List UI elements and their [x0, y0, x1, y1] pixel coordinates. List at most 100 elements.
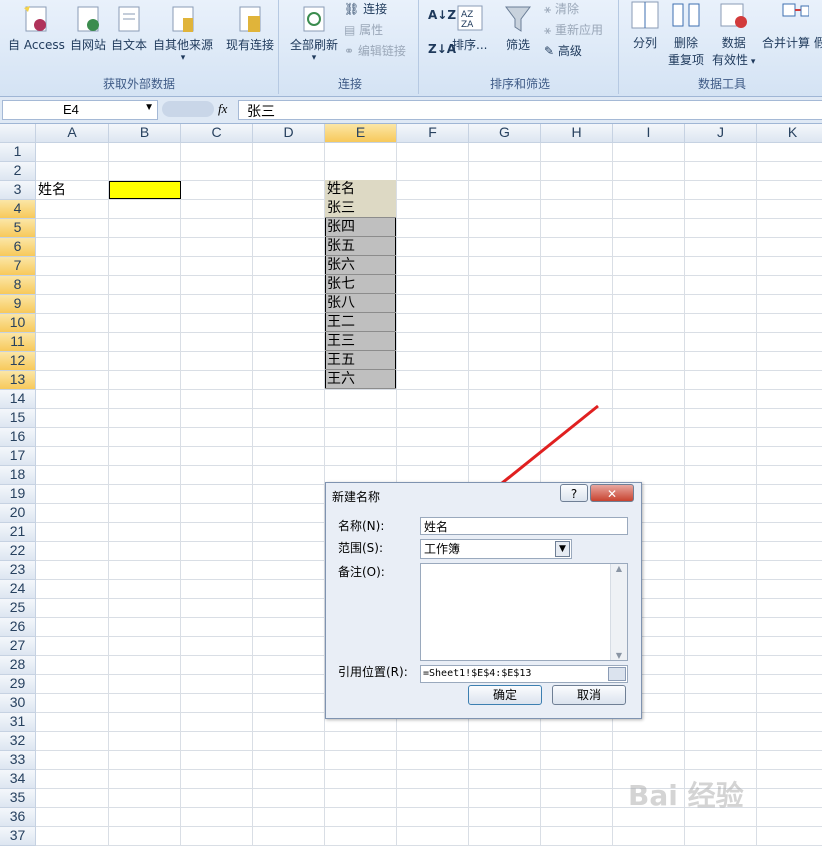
name-cell[interactable]: 张三 — [325, 199, 396, 218]
column-header-f[interactable]: F — [397, 124, 469, 143]
row-header-10[interactable]: 10 — [0, 314, 36, 333]
from-access-button[interactable]: 自 Access — [8, 4, 65, 53]
refresh-all-button[interactable]: 全部刷新 ▾ — [290, 4, 338, 63]
row-header-17[interactable]: 17 — [0, 447, 36, 466]
advanced-filter-button[interactable]: ✎ 高级 — [544, 42, 582, 59]
from-text-button[interactable]: 自文本 — [111, 4, 147, 53]
from-other-sources-button[interactable]: 自其他来源 ▾ — [153, 4, 213, 63]
row-header-30[interactable]: 30 — [0, 694, 36, 713]
row-header-14[interactable]: 14 — [0, 390, 36, 409]
existing-connections-button[interactable]: 现有连接 — [226, 4, 274, 53]
column-header-d[interactable]: D — [253, 124, 325, 143]
row-header-22[interactable]: 22 — [0, 542, 36, 561]
row-header-4[interactable]: 4 — [0, 200, 36, 219]
row-header-20[interactable]: 20 — [0, 504, 36, 523]
refers-to-input[interactable]: =Sheet1!$E$4:$E$13 — [420, 665, 628, 683]
help-button[interactable]: ? — [560, 484, 588, 502]
row-header-28[interactable]: 28 — [0, 656, 36, 675]
row-header-6[interactable]: 6 — [0, 238, 36, 257]
scroll-down-icon[interactable]: ▼ — [611, 651, 627, 660]
row-header-21[interactable]: 21 — [0, 523, 36, 542]
clear-filter-button[interactable]: ⚹ 清除 — [544, 0, 579, 17]
name-box[interactable]: E4 ▼ — [2, 100, 158, 120]
text-to-columns-button[interactable]: 分列 — [630, 0, 660, 51]
cell-b3-highlight[interactable] — [109, 181, 181, 199]
column-header-i[interactable]: I — [613, 124, 685, 143]
name-cell[interactable]: 王五 — [325, 351, 396, 370]
name-cell[interactable]: 张五 — [325, 237, 396, 256]
comment-scrollbar[interactable]: ▲ ▼ — [610, 564, 627, 660]
formula-input[interactable]: 张三 — [238, 100, 822, 120]
row-header-1[interactable]: 1 — [0, 143, 36, 162]
connections-button[interactable]: ⛓ 连接 — [344, 0, 387, 17]
row-header-37[interactable]: 37 — [0, 827, 36, 846]
cell-e3-header[interactable]: 姓名 — [325, 180, 396, 199]
comment-textarea[interactable]: ▲ ▼ — [420, 563, 628, 661]
row-header-12[interactable]: 12 — [0, 352, 36, 371]
row-header-34[interactable]: 34 — [0, 770, 36, 789]
column-header-k[interactable]: K — [757, 124, 822, 143]
row-header-32[interactable]: 32 — [0, 732, 36, 751]
row-header-27[interactable]: 27 — [0, 637, 36, 656]
row-header-24[interactable]: 24 — [0, 580, 36, 599]
filter-button[interactable]: 筛选 — [504, 4, 532, 53]
data-validation-button[interactable]: 数据 有效性 ▾ — [712, 0, 755, 68]
row-header-35[interactable]: 35 — [0, 789, 36, 808]
row-header-3[interactable]: 3 — [0, 181, 36, 200]
ok-button[interactable]: 确定 — [468, 685, 542, 705]
chevron-down-icon[interactable]: ▼ — [555, 541, 570, 557]
row-header-26[interactable]: 26 — [0, 618, 36, 637]
column-header-j[interactable]: J — [685, 124, 757, 143]
column-header-b[interactable]: B — [109, 124, 181, 143]
row-header-33[interactable]: 33 — [0, 751, 36, 770]
name-cell[interactable]: 王六 — [325, 370, 396, 389]
row-header-36[interactable]: 36 — [0, 808, 36, 827]
select-all-corner[interactable] — [0, 124, 36, 143]
cancel-button[interactable]: 取消 — [552, 685, 626, 705]
consolidate-button[interactable]: 合并计算 假 — [762, 0, 822, 51]
column-header-h[interactable]: H — [541, 124, 613, 143]
row-header-8[interactable]: 8 — [0, 276, 36, 295]
row-header-16[interactable]: 16 — [0, 428, 36, 447]
row-header-18[interactable]: 18 — [0, 466, 36, 485]
name-cell[interactable]: 张六 — [325, 256, 396, 275]
row-header-9[interactable]: 9 — [0, 295, 36, 314]
row-header-11[interactable]: 11 — [0, 333, 36, 352]
row-header-2[interactable]: 2 — [0, 162, 36, 181]
row-header-23[interactable]: 23 — [0, 561, 36, 580]
row-header-19[interactable]: 19 — [0, 485, 36, 504]
edit-links-button[interactable]: ⚭ 编辑链接 — [344, 42, 406, 59]
column-header-e[interactable]: E — [325, 124, 397, 143]
row-header-31[interactable]: 31 — [0, 713, 36, 732]
column-header-c[interactable]: C — [181, 124, 253, 143]
row-header-29[interactable]: 29 — [0, 675, 36, 694]
collapse-dialog-icon[interactable] — [608, 667, 626, 681]
other-sources-icon — [172, 6, 194, 32]
remove-duplicates-button[interactable]: 删除 重复项 — [668, 0, 704, 68]
column-header-g[interactable]: G — [469, 124, 541, 143]
name-cell[interactable]: 张八 — [325, 294, 396, 313]
row-header-5[interactable]: 5 — [0, 219, 36, 238]
name-input[interactable]: 姓名 — [420, 517, 628, 535]
column-header-a[interactable]: A — [36, 124, 109, 143]
name-cell[interactable]: 张七 — [325, 275, 396, 294]
name-cell[interactable]: 王三 — [325, 332, 396, 351]
function-icon[interactable]: fx — [218, 101, 227, 117]
name-cell[interactable]: 张四 — [325, 218, 396, 237]
formula-bar-splitter[interactable] — [162, 101, 214, 117]
group-data-tools: 分列 删除 重复项 数据 有效性 ▾ 合并计算 假 数据工具 — [622, 0, 822, 94]
row-header-15[interactable]: 15 — [0, 409, 36, 428]
close-button[interactable]: ✕ — [590, 484, 634, 502]
from-web-button[interactable]: 自网站 — [70, 4, 106, 53]
scroll-up-icon[interactable]: ▲ — [611, 564, 627, 573]
name-cell[interactable]: 王二 — [325, 313, 396, 332]
reapply-button[interactable]: ⚹ 重新应用 — [544, 21, 603, 38]
cell-a3[interactable]: 姓名 — [36, 181, 66, 199]
row-header-13[interactable]: 13 — [0, 371, 36, 390]
scope-select[interactable]: 工作簿 ▼ — [420, 539, 572, 559]
row-header-25[interactable]: 25 — [0, 599, 36, 618]
sort-button[interactable]: AZ ZA 排序... — [452, 4, 487, 53]
row-header-7[interactable]: 7 — [0, 257, 36, 276]
properties-button[interactable]: ▤ 属性 — [344, 21, 383, 38]
name-box-dropdown-icon[interactable]: ▼ — [144, 102, 154, 113]
